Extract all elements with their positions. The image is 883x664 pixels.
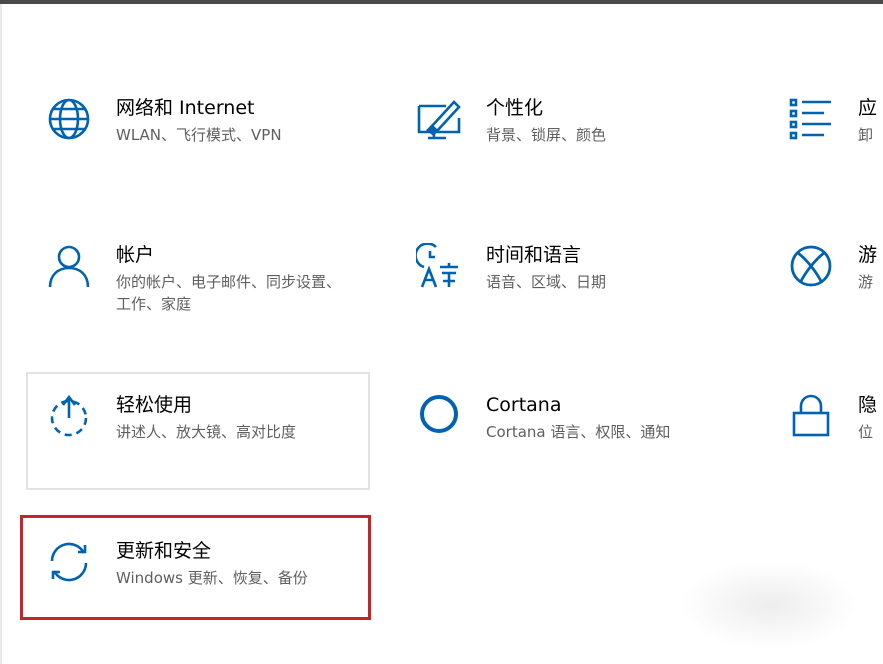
clock-language-icon (416, 243, 462, 289)
lock-icon (788, 393, 834, 439)
tile-title: 轻松使用 (116, 394, 193, 416)
tile-title: 隐 (858, 394, 878, 416)
tile-description: 卸 (858, 126, 874, 144)
tile-description: 游 (858, 273, 874, 291)
tile-description: 位 (858, 423, 874, 441)
window-left-edge (0, 4, 2, 664)
list-icon (788, 96, 834, 142)
tile-title: 个性化 (486, 97, 544, 119)
globe-icon (46, 96, 92, 142)
settings-tile-ease-of-access[interactable]: 轻松使用 讲述人、放大镜、高对比度 (46, 393, 346, 493)
highlight-annotation-frame (20, 515, 371, 620)
settings-tile-time-language[interactable]: 时间和语言 语音、区域、日期 (416, 243, 716, 343)
tile-description: 讲述人、放大镜、高对比度 (116, 423, 297, 441)
person-icon (46, 243, 92, 289)
tile-title: 帐户 (116, 244, 155, 266)
tile-description: 语音、区域、日期 (486, 273, 607, 291)
monitor-brush-icon (416, 96, 462, 142)
tile-title: Cortana (486, 394, 562, 416)
cortana-ring-icon (416, 393, 462, 439)
tile-description: 背景、锁屏、颜色 (486, 126, 607, 144)
settings-tile-cortana[interactable]: Cortana Cortana 语言、权限、通知 (416, 393, 716, 493)
tile-title: 网络和 Internet (116, 97, 255, 119)
tile-description: Cortana 语言、权限、通知 (486, 423, 671, 441)
timer-icon (46, 393, 92, 439)
settings-tile-apps[interactable]: 应 卸 (788, 96, 883, 196)
window-top-strip (0, 0, 883, 4)
tile-title: 游 (858, 244, 878, 266)
settings-tile-network[interactable]: 网络和 Internet WLAN、飞行模式、VPN (46, 96, 346, 196)
tile-title: 应 (858, 97, 878, 119)
tile-title: 时间和语言 (486, 244, 582, 266)
watermark-blur (680, 560, 860, 650)
settings-tile-personalization[interactable]: 个性化 背景、锁屏、颜色 (416, 96, 716, 196)
settings-tile-gaming[interactable]: 游 游 (788, 243, 883, 343)
tile-description: 你的帐户、电子邮件、同步设置、工作、家庭 (116, 273, 342, 313)
xbox-icon (788, 243, 834, 289)
settings-tile-privacy[interactable]: 隐 位 (788, 393, 883, 493)
settings-tile-accounts[interactable]: 帐户 你的帐户、电子邮件、同步设置、工作、家庭 (46, 243, 346, 343)
tile-description: WLAN、飞行模式、VPN (116, 126, 282, 144)
